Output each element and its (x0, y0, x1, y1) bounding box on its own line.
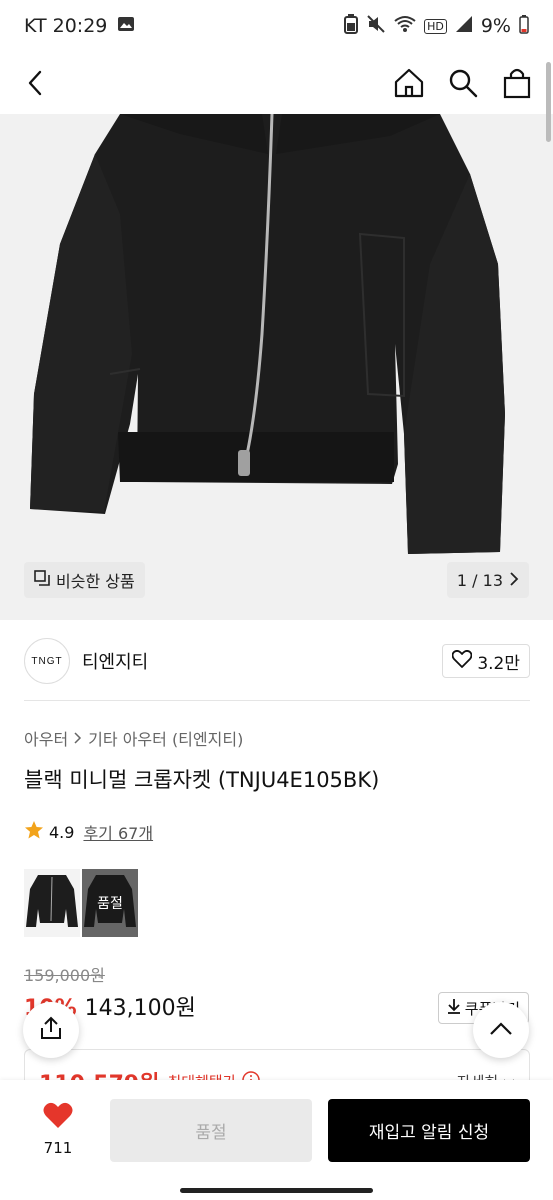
product-photo (30, 114, 505, 554)
option-thumbnail[interactable] (24, 869, 80, 937)
heart-outline-icon (451, 649, 473, 673)
original-price: 159,000원 (24, 966, 105, 985)
chevron-right-icon (509, 571, 519, 590)
restock-alert-button[interactable]: 재입고 알림 신청 (328, 1099, 530, 1162)
share-button[interactable] (23, 1002, 79, 1058)
hd-badge: HD (424, 18, 447, 34)
restock-alert-label: 재입고 알림 신청 (368, 1123, 490, 1143)
share-icon (39, 1016, 63, 1044)
status-bar: KT 20:29 HD 9% (0, 0, 553, 52)
similar-products-button[interactable]: 비슷한 상품 (24, 562, 145, 598)
gallery-notification-icon (117, 15, 135, 38)
similar-products-label: 비슷한 상품 (56, 572, 135, 591)
download-icon (447, 998, 461, 1018)
breadcrumb-item[interactable]: 기타 아우터 (티엔지티) (88, 726, 243, 750)
battery-saver-icon (344, 13, 359, 39)
wishlist-button[interactable]: 711 (30, 1102, 86, 1157)
chevron-up-icon (489, 1021, 513, 1040)
scrollbar[interactable] (546, 62, 551, 142)
chevron-right-icon (74, 729, 82, 748)
thumbnail-image (26, 875, 78, 927)
option-thumbnails: 품절 (24, 869, 138, 937)
brand-name[interactable]: 티엔지티 (82, 648, 148, 674)
app-bar (0, 52, 553, 114)
breadcrumb-item[interactable]: 아우터 (24, 726, 68, 750)
home-icon[interactable] (393, 67, 425, 99)
wifi-icon (394, 15, 416, 38)
rating-row: 4.9 후기 67개 (24, 820, 153, 844)
product-title: 블랙 미니멀 크롭자켓 (TNJU4E105BK) (24, 768, 380, 792)
soldout-button: 품절 (110, 1099, 312, 1162)
product-image-gallery[interactable]: 비슷한 상품 1 / 13 (0, 114, 553, 620)
soldout-label: 품절 (97, 896, 123, 912)
image-pager-count: 1 / 13 (456, 570, 503, 590)
battery-percent: 9% (480, 15, 511, 37)
rating-score: 4.9 (49, 822, 75, 842)
home-indicator[interactable] (180, 1188, 373, 1193)
brand-like-count: 3.2만 (477, 653, 520, 674)
signal-icon (455, 15, 473, 38)
mute-icon (366, 14, 386, 39)
heart-icon (43, 1102, 73, 1133)
similar-products-icon (34, 570, 50, 590)
brand-like-button[interactable]: 3.2만 (442, 644, 530, 678)
back-icon[interactable] (20, 67, 52, 99)
search-icon[interactable] (447, 67, 479, 99)
brand-logo-text: TNGT (31, 655, 63, 667)
brand-row: TNGT 티엔지티 3.2만 (24, 636, 530, 686)
divider (24, 700, 530, 701)
star-icon (24, 820, 44, 844)
sale-price: 143,100원 (84, 996, 196, 1021)
option-thumbnail-soldout[interactable]: 품절 (82, 869, 138, 937)
carrier-time: KT 20:29 (24, 15, 108, 37)
soldout-button-label: 품절 (195, 1123, 227, 1143)
image-pager[interactable]: 1 / 13 (446, 562, 529, 598)
review-count-link[interactable]: 후기 67개 (83, 820, 153, 844)
scroll-top-button[interactable] (473, 1002, 529, 1058)
bottom-action-bar: 711 품절 재입고 알림 신청 (0, 1080, 553, 1200)
brand-logo[interactable]: TNGT (24, 638, 70, 684)
breadcrumb: 아우터 기타 아우터 (티엔지티) (24, 726, 243, 750)
battery-icon (519, 14, 529, 39)
bag-icon[interactable] (501, 67, 533, 99)
wishlist-count: 711 (43, 1139, 73, 1157)
